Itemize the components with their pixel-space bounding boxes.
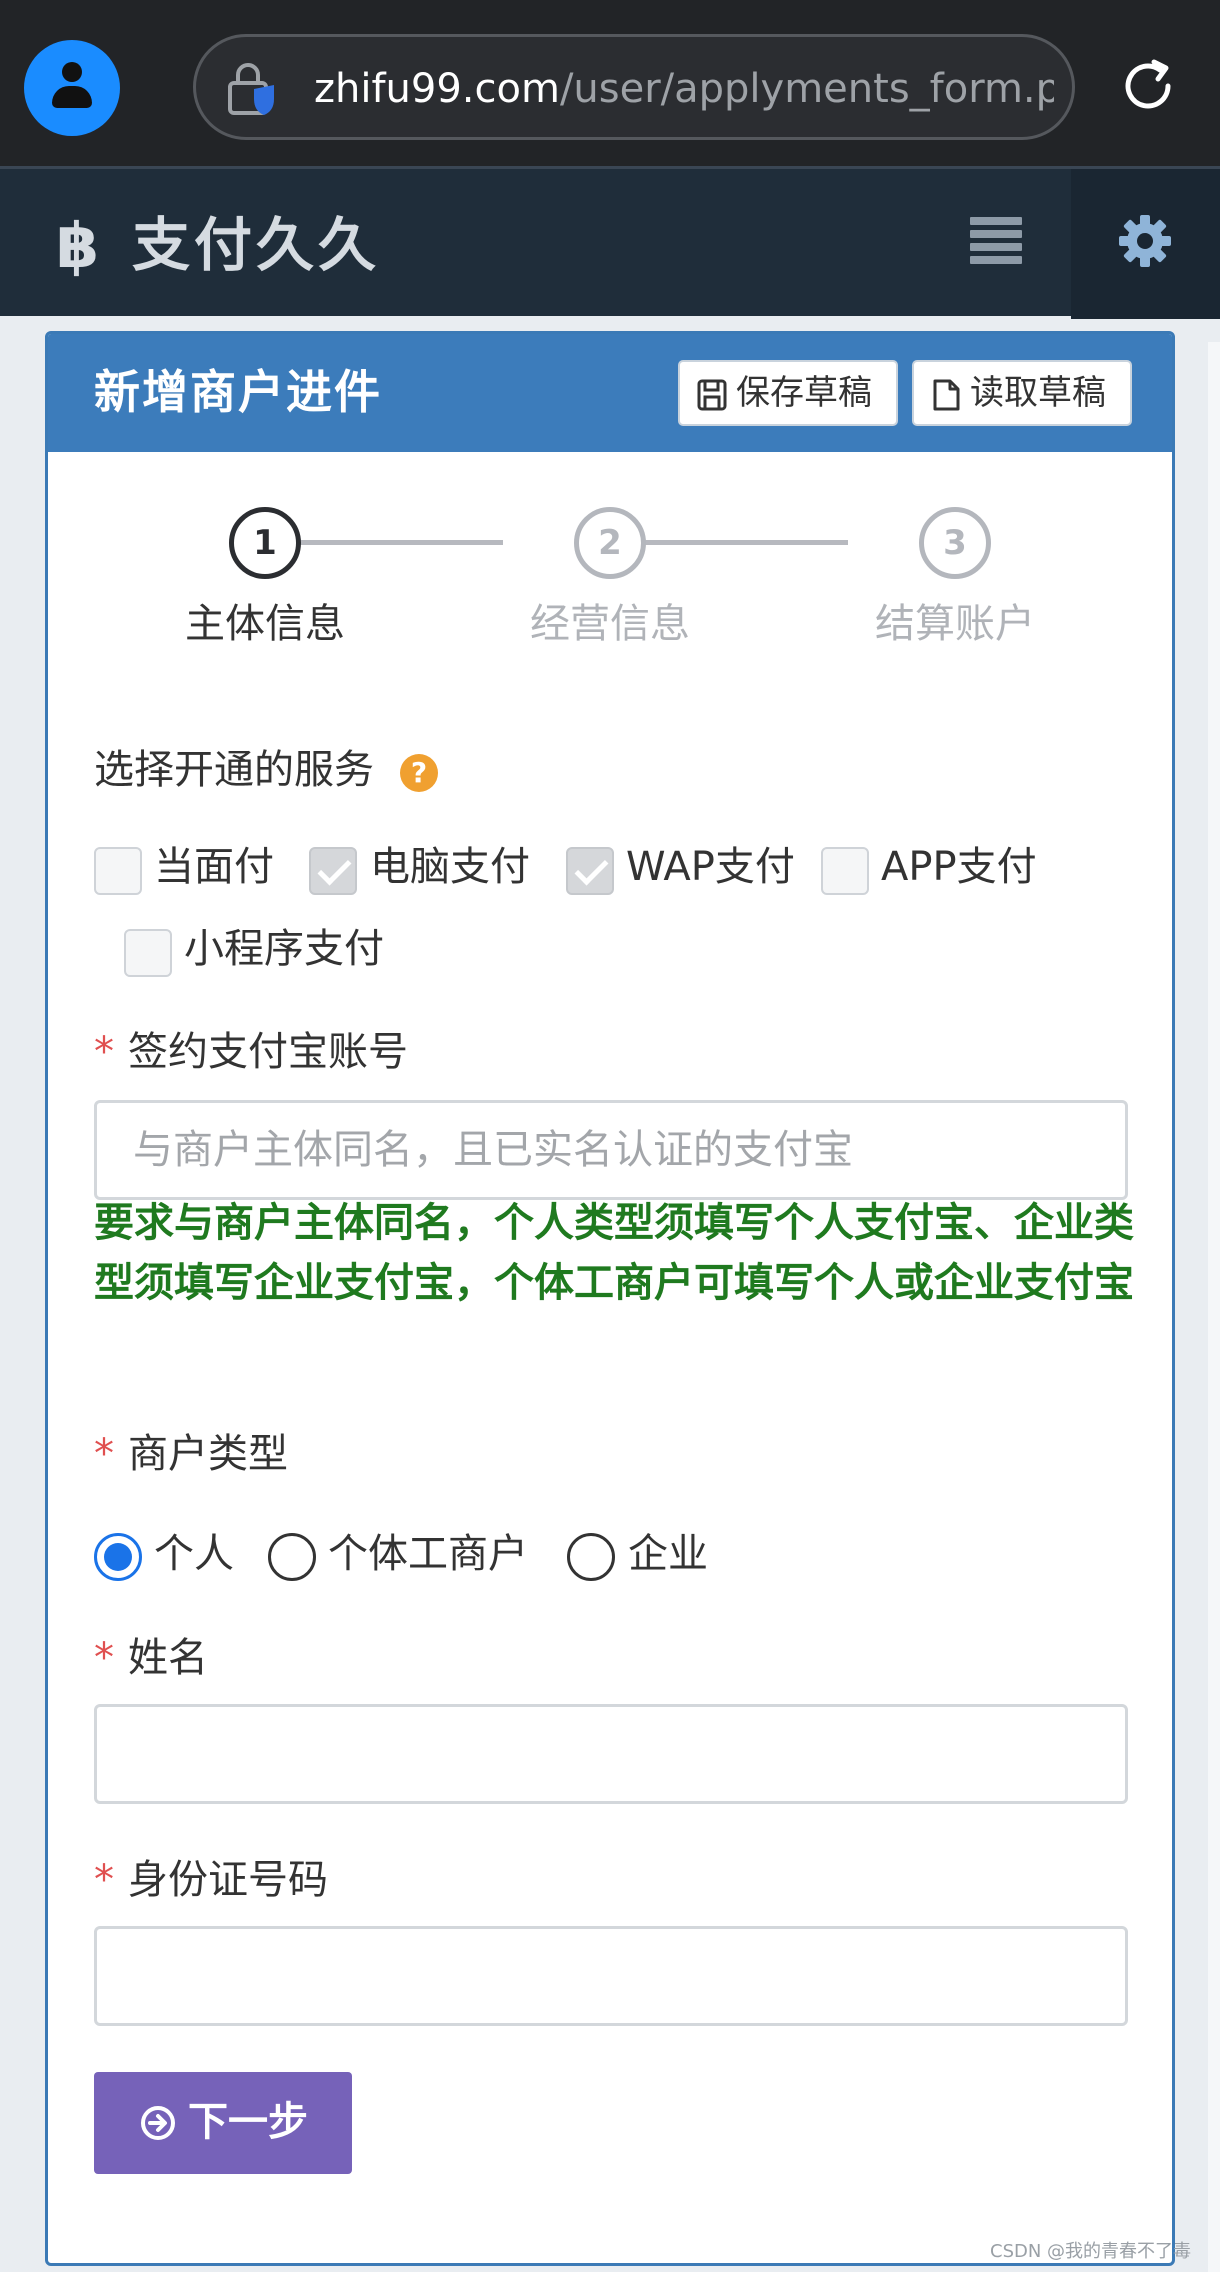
step-indicator: 1 2 3 主体信息 经营信息 结算账户	[48, 484, 1172, 647]
merchant-type-radio-individual[interactable]	[94, 1533, 142, 1581]
url-path: /user/applyments_form.php	[559, 66, 1054, 112]
services-label: 选择开通的服务	[94, 747, 374, 793]
help-icon[interactable]: ?	[400, 754, 438, 792]
save-icon	[697, 379, 727, 411]
merchant-type-label-text: 商户类型	[128, 1431, 288, 1477]
id-number-label: * 身份证号码	[94, 1852, 328, 1908]
alipay-account-label: * 签约支付宝账号	[94, 1024, 408, 1080]
step-1-circle: 1	[229, 507, 301, 579]
merchant-type-radio-sole-proprietor[interactable]	[268, 1533, 316, 1581]
load-draft-label: 读取草稿	[970, 373, 1106, 413]
url-host: zhifu99.com	[314, 66, 560, 112]
merchant-type-label-individual[interactable]: 个人	[154, 1526, 234, 1582]
service-checkbox-mini-program[interactable]	[124, 929, 172, 977]
service-checkbox-pc-pay[interactable]	[309, 847, 357, 895]
brand-name[interactable]: 支付久久	[132, 207, 380, 283]
scrollbar-track[interactable]	[1208, 342, 1220, 2272]
alipay-account-input[interactable]	[94, 1100, 1128, 1200]
name-label-text: 姓名	[128, 1635, 208, 1681]
file-icon	[933, 379, 960, 411]
id-number-input[interactable]	[94, 1926, 1128, 2026]
save-draft-button[interactable]: 保存草稿	[678, 360, 898, 426]
service-checkbox-app-pay[interactable]	[821, 847, 869, 895]
applyment-panel: 新增商户进件 保存草稿 读取草稿 1 2 3 主体信息 经营信息 结算账户 选择…	[45, 331, 1175, 2266]
step-3-circle: 3	[919, 507, 991, 579]
step-2-circle: 2	[574, 507, 646, 579]
step-2-label: 经营信息	[530, 601, 690, 647]
next-step-label: 下一步	[188, 2099, 308, 2145]
watermark: CSDN @我的青春不了毒	[990, 2241, 1192, 2262]
panel-heading: 新增商户进件 保存草稿 读取草稿	[48, 334, 1172, 452]
address-bar[interactable]: zhifu99.com/user/applyments_form.php	[193, 34, 1075, 140]
alipay-account-hint: 要求与商户主体同名，个人类型须填写个人支付宝、企业类型须填写企业支付宝，个体工商…	[94, 1200, 1134, 1306]
gear-icon	[1119, 215, 1171, 267]
service-label-face-pay[interactable]: 当面付	[154, 839, 274, 895]
merchant-type-label: * 商户类型	[94, 1426, 288, 1482]
merchant-type-label-enterprise[interactable]: 企业	[628, 1526, 708, 1582]
alipay-account-label-text: 签约支付宝账号	[128, 1029, 408, 1075]
next-step-button[interactable]: 下一步	[94, 2072, 352, 2174]
brand-logo-icon[interactable]: ฿	[56, 211, 99, 281]
merchant-type-label-sole-proprietor[interactable]: 个体工商户	[328, 1526, 528, 1582]
merchant-type-radio-enterprise[interactable]	[567, 1533, 615, 1581]
url-text[interactable]: zhifu99.com/user/applyments_form.php	[314, 61, 1054, 117]
required-mark: *	[94, 1431, 114, 1477]
id-number-label-text: 身份证号码	[128, 1857, 328, 1903]
load-draft-button[interactable]: 读取草稿	[912, 360, 1132, 426]
service-label-mini-program[interactable]: 小程序支付	[184, 921, 384, 977]
required-mark: *	[94, 1857, 114, 1903]
service-label-app-pay[interactable]: APP支付	[881, 839, 1037, 895]
arrow-circle-right-icon	[141, 2106, 175, 2140]
menu-icon[interactable]	[970, 217, 1022, 267]
service-label-wap-pay[interactable]: WAP支付	[626, 839, 795, 895]
panel-title: 新增商户进件	[94, 365, 382, 419]
settings-button[interactable]	[1071, 169, 1220, 319]
service-checkbox-wap-pay[interactable]	[566, 847, 614, 895]
required-mark: *	[94, 1029, 114, 1075]
avatar-icon[interactable]	[24, 40, 120, 136]
reload-icon[interactable]	[1118, 56, 1178, 116]
name-label: * 姓名	[94, 1630, 208, 1686]
required-mark: *	[94, 1635, 114, 1681]
name-input[interactable]	[94, 1704, 1128, 1804]
step-3-label: 结算账户	[875, 601, 1035, 647]
service-label-pc-pay[interactable]: 电脑支付	[370, 839, 530, 895]
browser-toolbar: zhifu99.com/user/applyments_form.php	[0, 0, 1220, 166]
service-checkbox-face-pay[interactable]	[94, 847, 142, 895]
step-1-label: 主体信息	[185, 601, 345, 647]
app-header: ฿ 支付久久	[0, 166, 1220, 319]
lock-shield-icon[interactable]	[226, 61, 280, 117]
save-draft-label: 保存草稿	[736, 373, 872, 413]
